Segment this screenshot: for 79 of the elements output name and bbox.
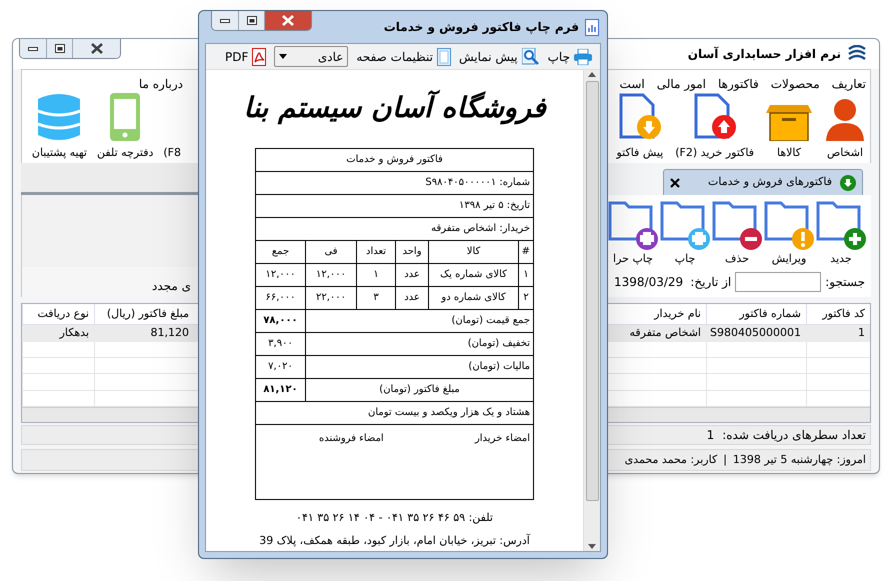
action-button[interactable]: ویرایش <box>763 194 815 267</box>
table-cell-text: 81,120 <box>150 325 190 342</box>
column-header: # <box>518 240 534 264</box>
table-cell: ۱ <box>518 264 534 286</box>
total-value: ۸۱,۱۲۰ <box>255 378 306 402</box>
status-text: | <box>723 452 727 468</box>
table-cell: ۱۲,۰۰۰ <box>255 264 306 286</box>
signature-label: امضاء فروشنده <box>318 432 384 446</box>
table-cell-text: اشخاص متفرقه <box>628 325 702 342</box>
table-cell: کالای شماره دو <box>428 286 519 310</box>
table-cell: ۱ <box>356 264 396 286</box>
table-cell: ۶۶,۰۰۰ <box>255 286 306 310</box>
table-cell: کالای شماره یک <box>428 264 519 286</box>
toolbar-button[interactable]: فاکتور خرید (F2) <box>675 92 754 161</box>
column-header: تعداد <box>356 240 396 264</box>
total-value: ۷,۰۲۰ <box>255 356 306 378</box>
action-button[interactable]: چاپ <box>659 194 711 267</box>
total-label: مبلغ فاکتور (تومان) <box>306 378 534 402</box>
status-text: امروز: چهارشنبه 5 تیر 1398 <box>732 452 866 468</box>
search-label: جستجو: <box>825 274 865 291</box>
total-label: مالیات (تومان) <box>306 356 534 378</box>
table-cell: ۳ <box>356 286 396 310</box>
total-label: تخفیف (تومان) <box>306 332 534 356</box>
toolbar-button[interactable]: PDF <box>225 48 266 66</box>
table-cell: ۲ <box>518 286 534 310</box>
column-header: فی <box>306 240 357 264</box>
menu-item[interactable]: است <box>620 74 645 92</box>
invoice-number: شماره: S۹۸۰۴۰۵۰۰۰۰۰۱ <box>255 172 534 194</box>
column-header[interactable]: کد فاکتور <box>806 304 870 324</box>
amount-in-words: هشتاد و یک هزار ویکصد و بیست تومان <box>255 402 534 424</box>
table-cell: عدد <box>396 286 429 310</box>
column-header[interactable]: مبلغ فاکتور (ریال) <box>94 304 194 324</box>
signature-label: امضاء خریدار <box>474 432 530 446</box>
toolbar-button[interactable]: تنظیمات صفحه <box>356 48 451 66</box>
toolbar-button[interactable]: پیش فاکتو <box>616 92 664 161</box>
phone-text: تلفن: ۵۹ ۴۶ ۲۶ ۳۵ ۰۴۱ - ۰۴ ۱۴ ۲۶ ۳۵ ۰۴۱ <box>296 510 493 526</box>
column-header: جمع <box>255 240 306 264</box>
toolbar-button[interactable]: اشخاص <box>824 96 866 161</box>
window-title: نرم افزار حسابداری آسان <box>688 46 841 63</box>
menu-item[interactable]: امور مالی <box>656 74 706 92</box>
table-cell: ۲۲,۰۰۰ <box>306 286 357 310</box>
menu-item[interactable]: محصولات <box>770 74 820 92</box>
table-cell-text: S980405000001 <box>709 325 802 342</box>
table-cell-text: بدهکار <box>58 325 90 342</box>
column-header: کالا <box>428 240 519 264</box>
toolbar-button[interactable]: دفترچه تلفن <box>96 92 154 161</box>
shop-name: فروشگاه آسان سیستم بنا <box>243 88 546 126</box>
group-caption: ی مجدد <box>152 278 191 295</box>
document-tab[interactable]: فاکتورهای فروش و خدمات <box>663 169 863 195</box>
date-label: از تاریخ: <box>690 274 732 291</box>
menu-item[interactable]: درباره ما <box>138 74 183 92</box>
row-count-label: تعداد سطرهای دریافت شده: <box>722 427 866 444</box>
table-cell-text: 1 <box>857 325 866 342</box>
dialog-title: فرم چاپ فاکتور فروش و خدمات <box>384 19 579 36</box>
menu-item[interactable]: تعاریف <box>832 74 866 92</box>
row-count-value: 1 <box>706 427 714 444</box>
toolbar-button[interactable]: پیش نمایش <box>458 48 540 66</box>
table-cell: ۱۲,۰۰۰ <box>306 264 357 286</box>
invoice-date: تاریخ: ۵ تیر ۱۳۹۸ <box>255 194 534 218</box>
menu-item[interactable]: فاکتورها <box>718 74 759 92</box>
status-text: کاربر: محمد محمدی <box>624 452 718 468</box>
paper-size-select[interactable]: عادی <box>274 46 348 67</box>
toolbar-button[interactable]: (F8 <box>163 144 181 161</box>
action-button[interactable]: حذف <box>711 194 763 267</box>
column-header: واحد <box>396 240 429 264</box>
total-value: ۷۸,۰۰۰ <box>255 310 306 332</box>
total-label: جمع قیمت (تومان) <box>306 310 534 332</box>
toolbar-button[interactable]: کالاها <box>766 100 812 161</box>
address-text: آدرس: تبریز، خیابان امام، بازار کبود، طبقه همکف، پلاک 39 <box>259 532 530 549</box>
invoice-buyer: خریدار: اشخاص متفرقه <box>255 218 534 240</box>
column-header[interactable]: نوع دریافت <box>22 304 94 324</box>
action-button[interactable]: چاپ حرا <box>607 194 659 267</box>
toolbar-button[interactable]: چاپ <box>548 48 592 66</box>
action-button[interactable]: جدید <box>815 194 867 267</box>
column-header[interactable]: شماره فاکتور <box>706 304 806 324</box>
table-cell: عدد <box>396 264 429 286</box>
toolbar-button[interactable]: تهیه پشتیبان <box>32 92 87 161</box>
total-value: ۳,۹۰۰ <box>255 332 306 356</box>
invoice-title: فاکتور فروش و خدمات <box>255 148 534 172</box>
